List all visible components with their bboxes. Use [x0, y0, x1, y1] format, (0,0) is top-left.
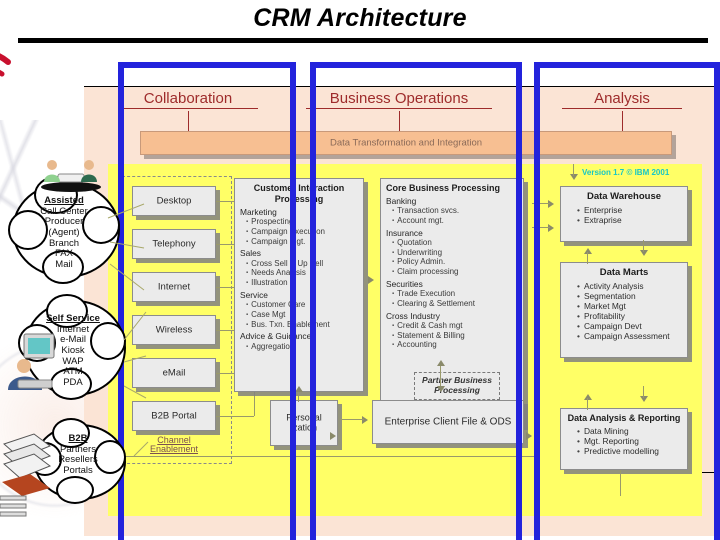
cloud-item: Mail [55, 258, 73, 270]
cloud-item: (Agent) [48, 226, 80, 238]
cloud-item: Producer [44, 216, 84, 228]
cloud-item: FAX [55, 248, 73, 260]
cloud-item: PDA [63, 376, 83, 388]
cloud-item: Kiosk [61, 344, 85, 356]
cloud-channel-connectors [107, 203, 149, 457]
arrow-pers-up [295, 386, 303, 392]
cloud-item: Call Center [40, 205, 88, 217]
ebusiness-logo: TM iness [0, 44, 66, 114]
pillar-analysis [534, 62, 720, 540]
pillar-business-operations [310, 62, 522, 540]
cloud-lobe [56, 476, 94, 504]
slide-canvas: CRM Architecture TM iness Collaboration … [0, 0, 720, 540]
cloud-item: Portals [63, 464, 93, 476]
agents-illustration-icon [41, 160, 101, 192]
cloud-item: Partners [60, 443, 96, 455]
title-rule [18, 38, 708, 43]
page-title: CRM Architecture [253, 4, 467, 32]
connector-pers-riser [298, 392, 299, 402]
cloud-item: WAP [62, 355, 84, 367]
self-service-user-illustration-icon [8, 333, 55, 390]
cloud-item: Resellers [58, 454, 98, 466]
books-illustration-icon [0, 433, 52, 517]
logo-swoosh-icon [0, 53, 11, 77]
cloud-item: Branch [48, 237, 80, 249]
cloud-item: e-Mail [60, 334, 86, 346]
architecture-diagram: Collaboration Business Operations Analys… [84, 60, 720, 540]
cloud-item: ATM [63, 366, 83, 378]
arrow-ecf-out [526, 432, 532, 440]
